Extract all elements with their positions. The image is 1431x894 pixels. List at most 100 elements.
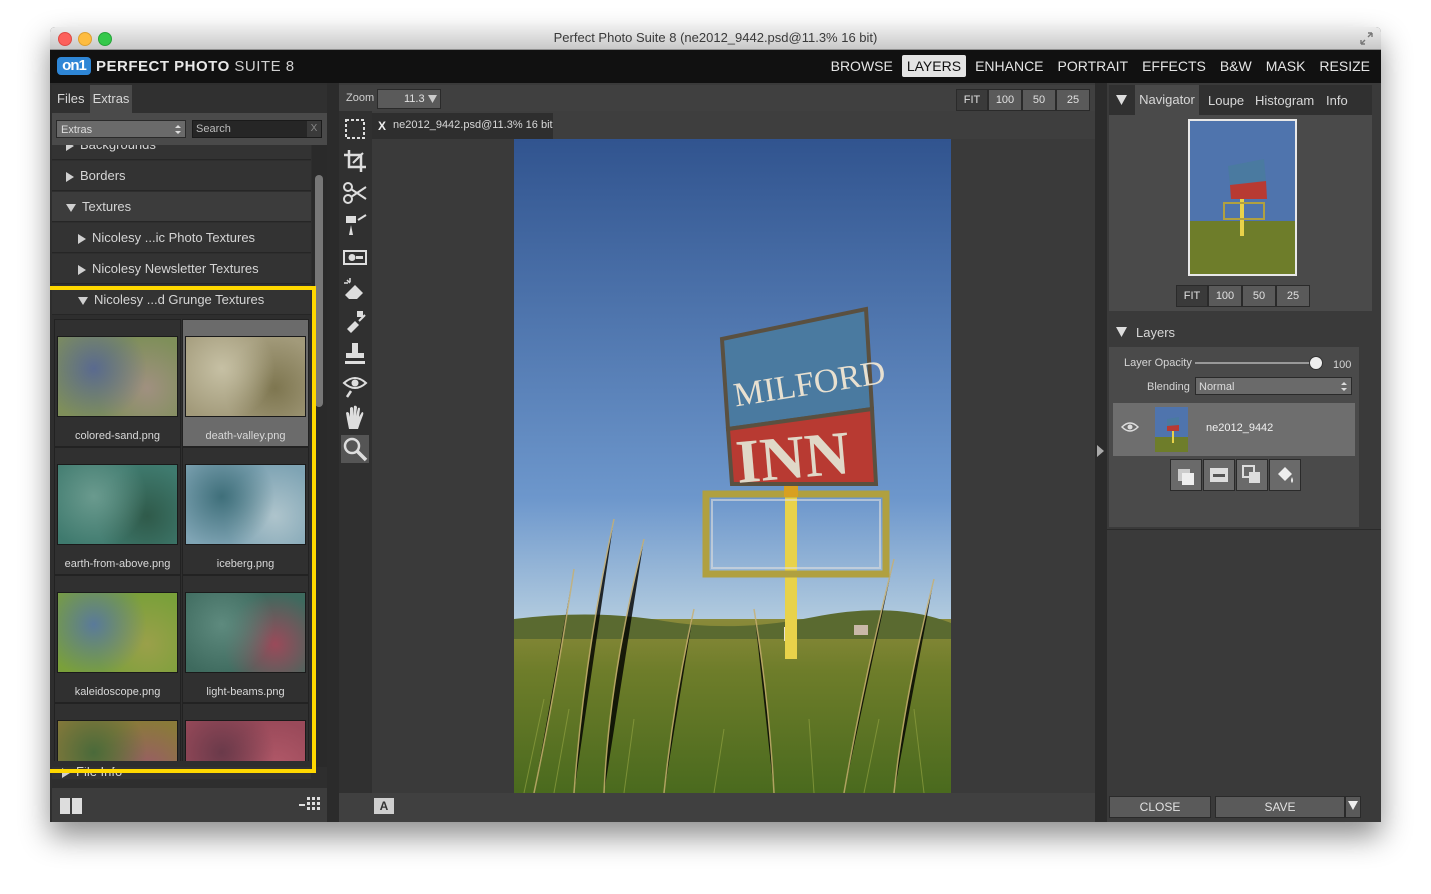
tab-histogram[interactable]: Histogram — [1255, 93, 1314, 108]
close-button[interactable]: CLOSE — [1109, 796, 1211, 818]
tab-info[interactable]: Info — [1326, 93, 1348, 108]
grid-view-icon[interactable] — [60, 798, 82, 814]
fullscreen-icon[interactable] — [1360, 32, 1373, 45]
tree-item-label: Backgrounds — [80, 145, 156, 152]
milford-inn-photo: MILFORD INN — [514, 139, 951, 794]
navigator-zoom-100-button[interactable]: 100 — [1208, 285, 1242, 307]
nav-bw[interactable]: B&W — [1215, 55, 1257, 77]
tab-extras[interactable]: Extras — [90, 85, 132, 113]
merge-layer-icon — [1242, 465, 1260, 483]
tab-files[interactable]: Files — [57, 91, 84, 106]
search-clear-button[interactable]: X — [307, 121, 321, 137]
right-bottom-bar: CLOSE SAVE — [1109, 793, 1372, 822]
stamp-tool-icon[interactable] — [341, 339, 369, 367]
tree-item[interactable]: Nicolesy ...ic Photo Textures — [52, 223, 311, 253]
nav-enhance[interactable]: ENHANCE — [970, 55, 1048, 77]
tree-item-label: Textures — [82, 199, 132, 214]
zoom-25-button[interactable]: 25 — [1056, 89, 1090, 111]
tool-strip — [339, 111, 372, 822]
merge-layer-button[interactable] — [1236, 459, 1268, 491]
zoom-field[interactable]: 11.3 — [377, 89, 441, 109]
navigator-zoom-50-button[interactable]: 50 — [1242, 285, 1276, 307]
dropdown-arrows-icon — [175, 125, 181, 134]
delete-layer-icon — [1210, 468, 1228, 482]
brush-tool-icon[interactable] — [341, 211, 369, 239]
hand-tool-icon[interactable] — [341, 403, 369, 431]
navigator-collapse-icon[interactable] — [1116, 95, 1127, 105]
eraser-tool-icon[interactable] — [341, 275, 369, 303]
left-filter-bar: Extras Search X — [52, 113, 327, 145]
expand-triangle-icon — [78, 264, 86, 275]
navigator-preview[interactable] — [1188, 119, 1297, 276]
window-title: Perfect Photo Suite 8 (ne2012_9442.psd@1… — [553, 30, 878, 45]
module-nav: BROWSE LAYERS ENHANCE PORTRAIT EFFECTS B&W MAS… — [826, 55, 1375, 77]
zoom-50-button[interactable]: 50 — [1022, 89, 1056, 111]
zoom-100-button[interactable]: 100 — [988, 89, 1022, 111]
app-window: Perfect Photo Suite 8 (ne2012_9442.psd@1… — [50, 27, 1381, 822]
logo-text: PERFECT PHOTO SUITE 8 — [96, 58, 295, 75]
nav-browse[interactable]: BROWSE — [826, 55, 898, 77]
tree-item-label: Nicolesy Newsletter Textures — [92, 261, 259, 276]
tree-item[interactable]: Textures — [52, 192, 311, 222]
tree-item[interactable]: Borders — [52, 161, 311, 191]
highlight-box — [50, 286, 316, 773]
nav-effects[interactable]: EFFECTS — [1137, 55, 1211, 77]
zoom-presets: FIT 100 50 25 — [956, 89, 1090, 111]
layer-actions — [1170, 459, 1301, 491]
layer-opacity-label: Layer Opacity — [1124, 357, 1192, 369]
layers-title: Layers — [1136, 325, 1176, 340]
extras-dropdown-value: Extras — [61, 124, 93, 136]
scissors-tool-icon[interactable] — [341, 179, 369, 207]
navigator-thumbnail — [1190, 121, 1295, 274]
layers-header[interactable]: Layers — [1109, 317, 1372, 347]
duplicate-layer-button[interactable] — [1170, 459, 1202, 491]
blending-label: Blending — [1147, 381, 1190, 393]
fill-layer-button[interactable] — [1269, 459, 1301, 491]
zoom-toolbar: Zoom 11.3 FIT 100 50 25 — [339, 85, 1095, 111]
layer-opacity-handle[interactable] — [1309, 356, 1323, 370]
left-scrollbar-thumb[interactable] — [315, 175, 323, 407]
layer-opacity-slider[interactable] — [1195, 362, 1315, 364]
save-button[interactable]: SAVE — [1215, 796, 1345, 818]
navigator-zoom-fit-button[interactable]: FIT — [1176, 285, 1208, 307]
marquee-tool-icon[interactable] — [341, 115, 369, 143]
retouch-tool-icon[interactable] — [341, 307, 369, 335]
blending-dropdown[interactable]: Normal — [1195, 377, 1352, 395]
document-tab-close[interactable]: X — [378, 119, 386, 133]
zoom-tool-icon[interactable] — [341, 435, 369, 463]
crop-tool-icon[interactable] — [341, 147, 369, 175]
nav-layers[interactable]: LAYERS — [901, 55, 967, 77]
app-header: on1 PERFECT PHOTO SUITE 8 BROWSE LAYERS EN… — [50, 50, 1381, 83]
canvas-area[interactable]: MILFORD INN — [372, 139, 1095, 794]
before-after-button[interactable]: A — [374, 798, 394, 814]
collapse-triangle-icon — [66, 203, 76, 212]
document-tab[interactable]: X ne2012_9442.psd@11.3% 16 bit — [372, 113, 553, 139]
sign-bottom-text: INN — [733, 419, 852, 497]
blending-value: Normal — [1199, 381, 1235, 393]
extras-dropdown[interactable]: Extras — [56, 120, 186, 138]
logo-bold: PERFECT PHOTO — [96, 58, 230, 75]
zoom-dropdown-icon[interactable] — [428, 95, 437, 103]
mask-tool-icon[interactable] — [341, 243, 369, 271]
zoom-fit-button[interactable]: FIT — [956, 89, 988, 111]
eye-visibility-icon[interactable] — [1121, 421, 1139, 433]
nav-resize[interactable]: RESIZE — [1314, 55, 1375, 77]
search-placeholder: Search — [196, 123, 231, 135]
tab-loupe[interactable]: Loupe — [1208, 93, 1244, 108]
nav-mask[interactable]: MASK — [1261, 55, 1311, 77]
search-input[interactable]: Search X — [192, 120, 322, 138]
layer-row[interactable]: ne2012_9442 — [1113, 403, 1355, 456]
redeye-tool-icon[interactable] — [341, 371, 369, 399]
layers-collapse-icon[interactable] — [1116, 327, 1127, 337]
tree-item[interactable]: Nicolesy Newsletter Textures — [52, 254, 311, 284]
tab-navigator[interactable]: Navigator — [1135, 85, 1199, 115]
navigator-zoom-25-button[interactable]: 25 — [1276, 285, 1310, 307]
layer-name: ne2012_9442 — [1206, 422, 1274, 434]
tree-item[interactable]: Backgrounds — [52, 145, 311, 160]
paint-bucket-icon — [1278, 467, 1293, 483]
delete-layer-button[interactable] — [1203, 459, 1235, 491]
save-options-button[interactable] — [1345, 796, 1361, 818]
panel-collapse-arrow-icon[interactable] — [1097, 445, 1105, 457]
nav-portrait[interactable]: PORTRAIT — [1053, 55, 1134, 77]
list-view-icon[interactable] — [299, 797, 323, 813]
